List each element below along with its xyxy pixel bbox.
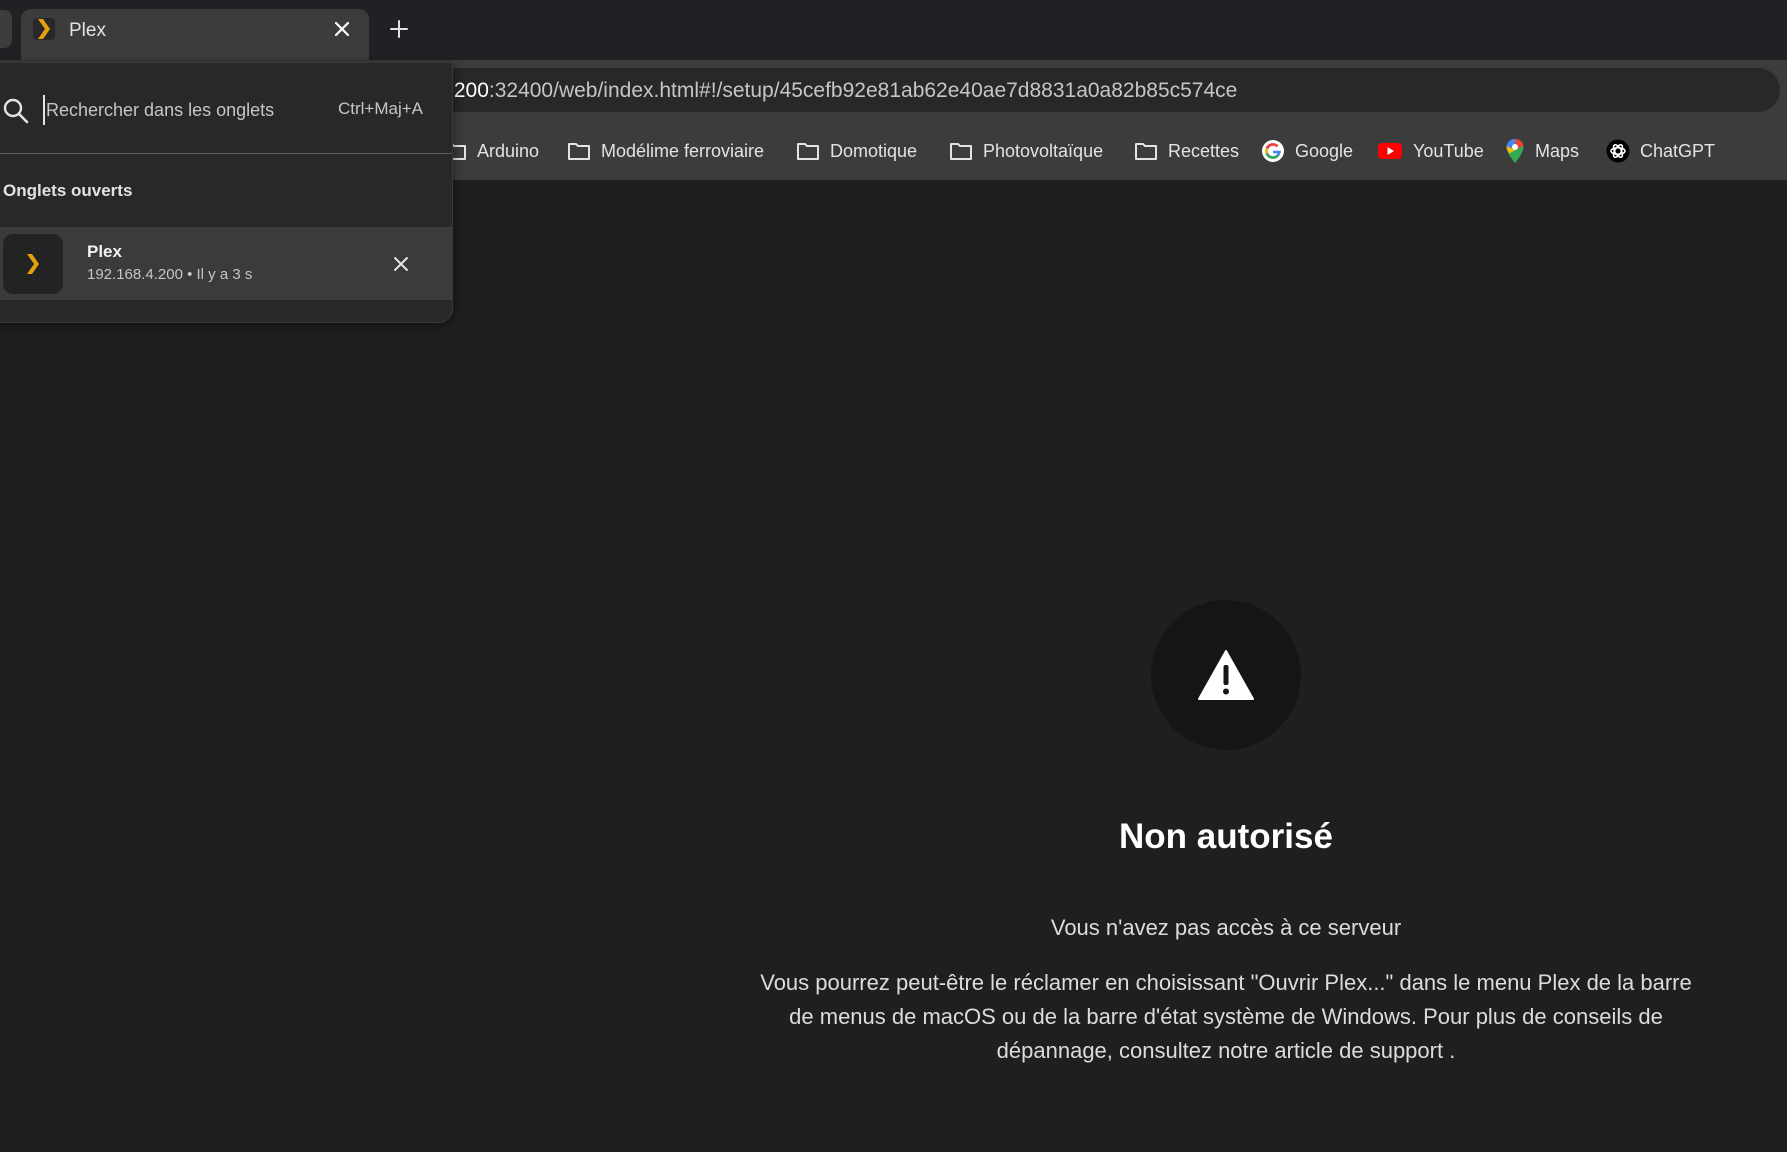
shortcut-hint: Ctrl+Maj+A: [337, 99, 423, 118]
bookmark-label: ChatGPT: [1640, 140, 1716, 161]
folder-icon: [1135, 143, 1157, 160]
plex-favicon-icon: [33, 18, 55, 40]
search-icon: [3, 98, 29, 124]
tab-strip: Plex: [0, 0, 1787, 60]
tab-title: Plex: [69, 20, 106, 41]
bookmark-maps[interactable]: Maps: [1505, 136, 1579, 166]
url-text[interactable]: .200:32400/web/index.html#!/setup/45cefb…: [448, 79, 1237, 103]
bookmark-chatgpt[interactable]: ChatGPT: [1606, 136, 1715, 166]
plex-favicon-icon: [3, 234, 63, 294]
bookmark-label: Google: [1295, 140, 1354, 161]
bookmark-arduino[interactable]: Arduino: [443, 136, 539, 166]
previous-tab-edge[interactable]: [0, 10, 12, 48]
bookmark-label: Domotique: [830, 140, 918, 161]
folder-icon: [568, 143, 590, 160]
bookmark-label: Photovoltaïque: [983, 140, 1104, 161]
close-tab-icon[interactable]: [389, 252, 413, 276]
bookmark-domotique[interactable]: Domotique: [796, 136, 917, 166]
chatgpt-icon: [1606, 139, 1630, 163]
folder-icon: [950, 143, 972, 160]
bookmark-label: YouTube: [1413, 140, 1484, 161]
bookmark-google[interactable]: Google: [1261, 136, 1353, 166]
google-icon: [1262, 140, 1284, 162]
error-description: Vous pourrez peut-être le réclamer en ch…: [760, 970, 1692, 1063]
folder-icon: [797, 143, 819, 160]
bookmark-recettes[interactable]: Recettes: [1134, 136, 1239, 166]
page-content: Non autorisé Vous n'avez pas accès à ce …: [0, 180, 1787, 1152]
tab-search-input[interactable]: [43, 95, 303, 125]
open-tabs-heading: Onglets ouverts: [3, 181, 133, 200]
tab-close-icon[interactable]: [329, 16, 355, 42]
maps-icon: [1506, 139, 1524, 163]
warning-badge: [1151, 600, 1301, 750]
bookmark-label: Modélime ferroviaire: [601, 140, 765, 161]
new-tab-button[interactable]: [384, 14, 414, 44]
bookmark-label: Maps: [1535, 140, 1580, 161]
url-host: .200: [448, 79, 489, 102]
bookmark-label: Arduino: [477, 140, 540, 161]
bookmark-label: Recettes: [1168, 140, 1240, 161]
error-subtitle: Vous n'avez pas accès à ce serveur: [1050, 915, 1402, 940]
bookmark-photovoltaique[interactable]: Photovoltaïque: [949, 136, 1103, 166]
url-path: :32400/web/index.html#!/setup/45cefb92e8…: [488, 79, 1238, 102]
tab-search-popup: Ctrl+Maj+A Onglets ouverts Plex 192.168.…: [0, 62, 453, 323]
tab-plex[interactable]: Plex: [21, 9, 369, 60]
tab-search-result[interactable]: Plex 192.168.4.200 • Il y a 3 s: [0, 227, 452, 300]
warning-icon: [1198, 650, 1254, 700]
youtube-icon: [1378, 143, 1402, 159]
error-title: Non autorisé: [1119, 817, 1333, 856]
bookmark-modelisme[interactable]: Modélime ferroviaire: [567, 136, 764, 166]
result-meta: 192.168.4.200 • Il y a 3 s: [87, 266, 253, 283]
result-title: Plex: [87, 242, 122, 261]
address-bar[interactable]: .200:32400/web/index.html#!/setup/45cefb…: [300, 68, 1780, 112]
bookmark-youtube[interactable]: YouTube: [1377, 136, 1484, 166]
divider: [0, 153, 452, 154]
